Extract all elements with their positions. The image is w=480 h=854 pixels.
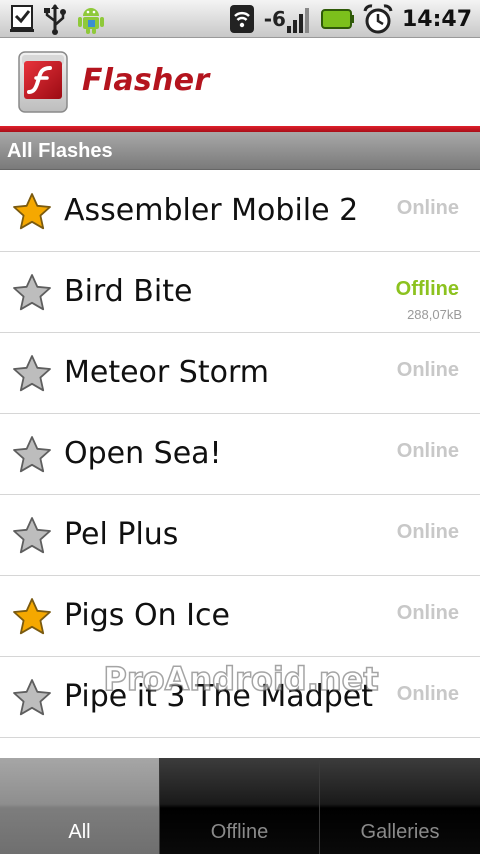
usb-icon	[44, 4, 66, 35]
status-label: Online	[396, 683, 459, 705]
favorite-star-icon[interactable]	[11, 596, 53, 638]
file-size: 288,07kB	[407, 307, 462, 322]
list-item[interactable]: Pigs On Ice Online	[0, 576, 480, 657]
android-icon	[78, 8, 104, 34]
alarm-clock-icon	[363, 4, 393, 34]
flash-title: Pipe it 3 The Madpet	[64, 679, 373, 714]
system-icons: -6 14:47	[228, 3, 472, 35]
list-item[interactable]: Open Sea! Online	[0, 414, 480, 495]
battery-icon	[320, 9, 354, 29]
tab-label: Offline	[210, 821, 269, 843]
list-item[interactable]: Pel Plus Online	[0, 495, 480, 576]
clock: 14:47	[401, 6, 472, 32]
list-item[interactable]: Meteor Storm Online	[0, 333, 480, 414]
wifi-icon	[229, 5, 254, 33]
app-title: Flasher	[82, 63, 210, 98]
tab-all[interactable]: All	[0, 758, 160, 854]
status-label: Online	[396, 359, 459, 381]
list-item[interactable]: Assembler Mobile 2 Online	[0, 171, 480, 252]
signal-strength-value: -6	[263, 7, 286, 31]
status-label: Online	[396, 521, 459, 543]
flash-title: Pigs On Ice	[64, 598, 230, 633]
status-bar: -6 14:47	[0, 0, 480, 38]
status-label: Online	[396, 440, 459, 462]
flash-title: Open Sea!	[64, 436, 222, 471]
star-icon[interactable]	[11, 677, 53, 719]
tab-offline[interactable]: Offline	[160, 758, 320, 854]
favorite-star-icon[interactable]	[11, 191, 53, 233]
tab-label: All	[68, 821, 91, 843]
flash-title: Bird Bite	[64, 274, 193, 309]
tab-galleries[interactable]: Galleries	[320, 758, 480, 854]
status-label: Online	[396, 602, 459, 624]
tab-bar: All Offline Galleries	[0, 758, 480, 854]
star-icon[interactable]	[11, 515, 53, 557]
flash-list[interactable]: Assembler Mobile 2 Online Bird Bite Offl…	[0, 171, 480, 758]
flash-player-icon[interactable]	[18, 51, 68, 113]
signal-bars-icon	[286, 8, 309, 33]
section-title: All Flashes	[7, 140, 113, 162]
star-icon[interactable]	[11, 353, 53, 395]
star-icon[interactable]	[11, 434, 53, 476]
flash-title: Pel Plus	[64, 517, 179, 552]
star-icon[interactable]	[11, 272, 53, 314]
tab-label: Galleries	[360, 821, 440, 843]
download-complete-icon	[10, 5, 34, 32]
list-item[interactable]: Bird Bite Offline 288,07kB	[0, 252, 480, 333]
notification-icons	[8, 3, 108, 35]
status-label: Online	[396, 197, 459, 219]
flash-title: Meteor Storm	[64, 355, 269, 390]
status-label: Offline	[395, 278, 459, 300]
list-item[interactable]: Pipe it 3 The Madpet Online	[0, 657, 480, 738]
section-header: All Flashes	[0, 132, 480, 170]
flash-title: Assembler Mobile 2	[64, 193, 359, 228]
app-title-bar: Flasher	[0, 38, 480, 126]
